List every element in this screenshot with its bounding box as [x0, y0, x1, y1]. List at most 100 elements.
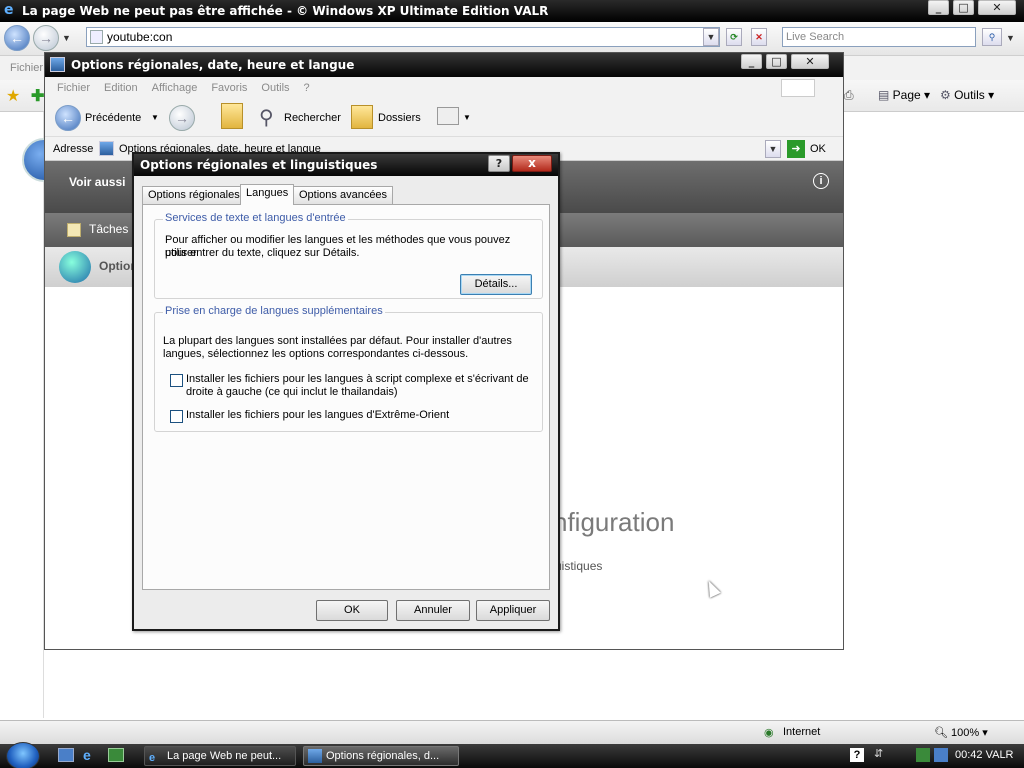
folders-icon[interactable] — [351, 105, 373, 129]
stop-icon[interactable]: ✕ — [751, 28, 767, 46]
go-arrow-icon[interactable]: ➜ — [787, 140, 805, 158]
page-menu-label: Page — [892, 88, 921, 102]
ie-logo-icon: e — [4, 2, 14, 18]
page-icon — [90, 30, 103, 44]
live-search-input[interactable]: Live Search — [782, 27, 976, 47]
address-dropdown-icon[interactable]: ▼ — [703, 28, 719, 46]
forward-icon[interactable]: → — [33, 25, 59, 51]
ie-quicklaunch-icon[interactable]: e — [83, 747, 91, 763]
zoom-control[interactable]: 🔍︎ 100% ▾ — [934, 726, 988, 739]
tab-languages[interactable]: Langues — [240, 184, 295, 205]
cp-menu-edition[interactable]: Edition — [104, 77, 138, 99]
ie-status-bar: ◉ Internet 🔍︎ 100% ▾ — [0, 720, 1024, 744]
help-tray-icon[interactable]: ? — [850, 748, 864, 762]
ie-address-input[interactable]: youtube:con — [86, 27, 720, 47]
cp-forward-icon[interactable]: → — [169, 105, 195, 131]
refresh-icon[interactable]: ⟳ — [726, 28, 742, 46]
complex-script-checkbox[interactable] — [170, 374, 183, 387]
cp-maximize-button[interactable]: □ — [766, 54, 787, 69]
apply-button[interactable]: Appliquer — [476, 600, 550, 621]
supplemental-desc-2: langues, sélectionnez les options corres… — [163, 348, 469, 360]
east-asian-checkbox[interactable] — [170, 410, 183, 423]
search-icon[interactable]: ⚲ — [982, 28, 1002, 46]
cp-go-label[interactable]: OK — [810, 137, 826, 161]
cp-back-icon[interactable]: ← — [55, 105, 81, 131]
control-panel-icon — [50, 57, 65, 72]
ie-task-icon: e — [149, 752, 156, 764]
regional-language-dialog: Options régionales et linguistiques ? x … — [132, 152, 560, 631]
close-button[interactable]: ✕ — [978, 0, 1016, 15]
media-quicklaunch-icon[interactable] — [108, 748, 124, 762]
cp-back-label[interactable]: Précédente — [85, 107, 141, 129]
cp-window-title: Options régionales, date, heure et langu… — [71, 58, 355, 72]
cp-menu-favoris[interactable]: Favoris — [211, 77, 247, 99]
cp-folders-label[interactable]: Dossiers — [378, 107, 421, 129]
ie-address-bar-row: ← → ▼ youtube:con ▼ ⟳ ✕ Live Search ⚲ ▼ — [0, 22, 1024, 56]
taskbar-item-ie-label: La page Web ne peut... — [167, 750, 282, 762]
cp-minimize-button[interactable]: _ — [741, 54, 762, 69]
windows-logo-icon — [781, 79, 815, 97]
search-options-icon[interactable]: ▼ — [1006, 33, 1015, 43]
text-services-group: Services de texte et langues d'entrée Po… — [154, 212, 543, 299]
status-zone: Internet — [783, 726, 821, 738]
views-dropdown-icon[interactable]: ▼ — [463, 113, 471, 122]
tasks-label[interactable]: Tâches — [89, 222, 128, 236]
views-icon[interactable] — [437, 107, 459, 125]
cp-menu-affichage[interactable]: Affichage — [152, 77, 198, 99]
ie-menu-file[interactable]: Fichier — [10, 62, 43, 74]
minimize-button[interactable]: _ — [928, 0, 949, 15]
ie-address-value: youtube:con — [107, 30, 173, 44]
control-panel-task-icon — [308, 749, 322, 763]
ok-button[interactable]: OK — [316, 600, 388, 621]
display-tray-icon[interactable] — [934, 748, 948, 762]
favorites-star-icon[interactable]: ★ — [6, 86, 20, 106]
cp-toolbar: ← Précédente ▼ → ⚲ Rechercher Dossiers ▼ — [45, 99, 843, 137]
taskbar: e e La page Web ne peut... Options régio… — [0, 742, 1024, 768]
languages-tab-panel: Services de texte et langues d'entrée Po… — [142, 204, 550, 590]
cp-address-label: Adresse — [53, 143, 94, 155]
cp-close-button[interactable]: ✕ — [791, 54, 829, 69]
cp-bg-subtext: uistiques — [555, 559, 603, 573]
dialog-title-bar: Options régionales et linguistiques ? x — [134, 154, 558, 176]
see-also-title: Voir aussi — [69, 175, 126, 189]
cp-menu-fichier[interactable]: Fichier — [57, 77, 90, 99]
ie-window-controls: _ □ ✕ — [928, 0, 1016, 15]
tools-menu-label: Outils — [954, 88, 985, 102]
details-button[interactable]: Détails... — [460, 274, 532, 295]
info-icon[interactable]: i — [813, 173, 829, 189]
network-tray-icon[interactable]: ⇵ — [874, 747, 883, 760]
cp-search-label[interactable]: Rechercher — [284, 107, 341, 129]
taskbar-item-regional[interactable]: Options régionales, d... — [303, 746, 459, 766]
add-favorite-icon[interactable]: ✚ — [31, 86, 44, 106]
help-button[interactable]: ? — [488, 155, 510, 172]
dialog-close-button[interactable]: x — [512, 155, 552, 172]
start-button[interactable] — [6, 742, 40, 768]
taskbar-item-ie[interactable]: e La page Web ne peut... — [144, 746, 296, 766]
page-menu-icon: ▤ — [878, 88, 893, 102]
search-icon[interactable]: ⚲ — [259, 105, 274, 130]
print-icon[interactable]: ⎙ — [844, 88, 854, 103]
cp-bg-heading: nfiguration — [553, 507, 675, 537]
show-desktop-icon[interactable] — [58, 748, 74, 762]
clock: 00:42 VALR — [955, 749, 1014, 761]
tab-regional-options[interactable]: Options régionales — [142, 186, 246, 204]
tools-menu[interactable]: ⚙ Outils ▾ — [940, 88, 994, 102]
cp-menu-outils[interactable]: Outils — [261, 77, 289, 99]
east-asian-label: Installer les fichiers pour les langues … — [186, 409, 450, 421]
cancel-button[interactable]: Annuler — [396, 600, 470, 621]
text-services-desc-2: pour entrer du texte, cliquez sur Détail… — [165, 247, 360, 259]
maximize-button[interactable]: □ — [953, 0, 974, 15]
text-services-legend: Services de texte et langues d'entrée — [163, 212, 348, 224]
gear-icon: ⚙ — [940, 88, 955, 102]
tab-advanced-options[interactable]: Options avancées — [293, 186, 394, 204]
cp-back-dropdown-icon[interactable]: ▼ — [151, 113, 159, 122]
cp-menu-help[interactable]: ? — [304, 77, 310, 99]
up-folder-icon[interactable] — [221, 103, 243, 129]
history-dropdown-icon[interactable]: ▼ — [62, 33, 71, 43]
security-tray-icon[interactable] — [916, 748, 930, 762]
page-menu[interactable]: ▤ Page ▾ — [878, 88, 930, 102]
search-placeholder: Live Search — [786, 31, 845, 43]
cp-address-dropdown-icon[interactable]: ▼ — [765, 140, 781, 158]
ie-window-title: La page Web ne peut pas être affichée - … — [22, 4, 549, 18]
back-icon[interactable]: ← — [4, 25, 30, 51]
